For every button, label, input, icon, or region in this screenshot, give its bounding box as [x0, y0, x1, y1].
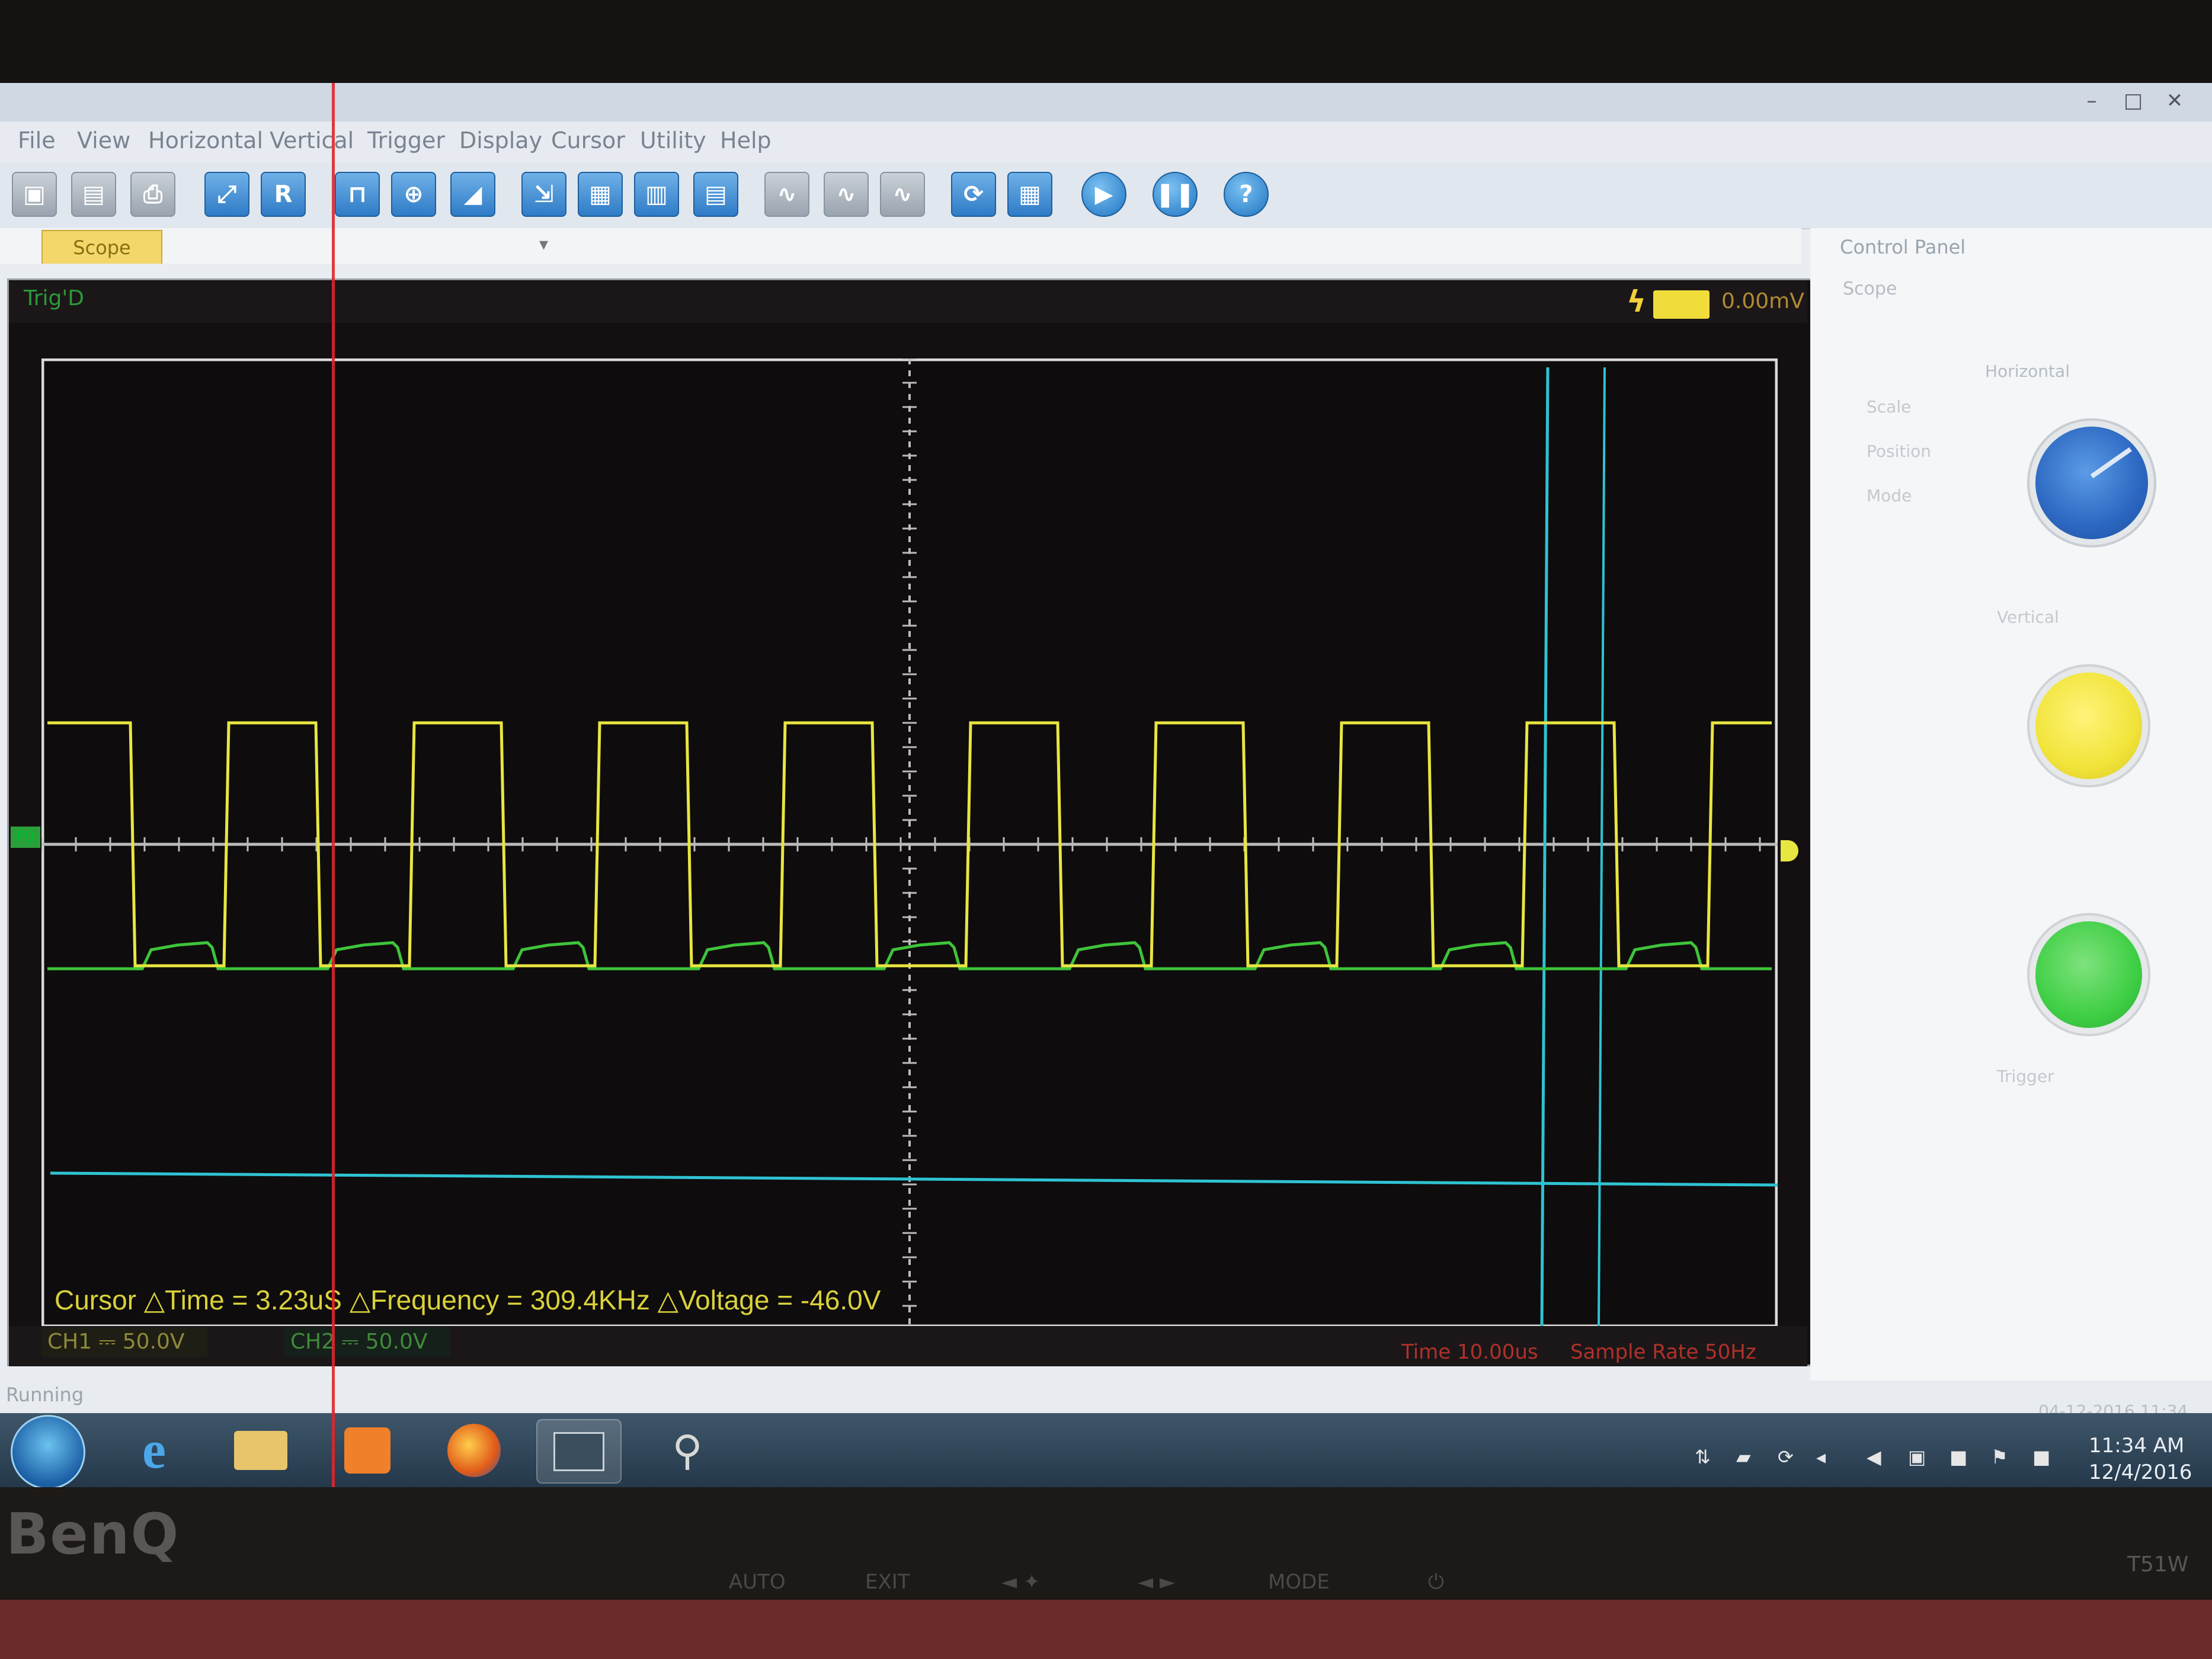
cursor-icon[interactable]: ⇲ [521, 172, 566, 217]
pause-icon[interactable]: ❚❚ [1153, 172, 1198, 217]
run-icon[interactable]: ▶ [1081, 172, 1126, 217]
menu-utility[interactable]: Utility [640, 127, 706, 153]
export-icon[interactable]: ▦ [1007, 172, 1052, 217]
ramp-icon[interactable]: ◢ [450, 172, 495, 217]
tray-alert-icon[interactable]: ■ [1949, 1446, 1967, 1468]
monitor-button-left[interactable]: ◄ ✦ [1001, 1570, 1040, 1594]
math-icon[interactable]: ▤ [693, 172, 738, 217]
control-panel-scope-label: Scope [1843, 278, 1897, 299]
trigger-badge [1653, 290, 1710, 319]
save-icon[interactable]: ▤ [71, 172, 116, 217]
tray-app-icon[interactable]: ■ [2032, 1446, 2050, 1468]
horizontal-knob[interactable] [2035, 427, 2148, 539]
desk-surface [0, 1600, 2212, 1659]
cursor-readout: Cursor △Time = 3.23uS △Frequency = 309.4… [55, 1285, 881, 1315]
media-icon[interactable] [326, 1419, 409, 1481]
monitor-brand-logo: BenQ [6, 1502, 180, 1567]
minimize-button[interactable]: – [2074, 89, 2109, 113]
open-icon[interactable]: ▣ [12, 172, 57, 217]
tray-volume-icon[interactable]: ◀ [1867, 1446, 1881, 1468]
vertical-label: Vertical [1997, 607, 2059, 627]
wave2-icon[interactable]: ∿ [824, 172, 869, 217]
trigger-level: 0.00mV [1721, 289, 1804, 313]
red-reflection-line [332, 83, 335, 1487]
pulse-icon[interactable]: ⊓ [335, 172, 380, 217]
help-icon[interactable]: ? [1224, 172, 1269, 217]
tray-flag-icon[interactable]: ⚑ [1991, 1446, 2008, 1468]
tray-network-icon[interactable]: ⇅ [1695, 1446, 1711, 1468]
ch2-scale[interactable]: CH2 ⎓ 50.0V [284, 1327, 450, 1357]
monitor-power-button[interactable]: ⏻ [1428, 1570, 1444, 1594]
horizontal-section-label: Horizontal [1985, 361, 2070, 381]
measure-icon[interactable]: ▦ [578, 172, 623, 217]
scope-grid[interactable]: Cursor △Time = 3.23uS △Frequency = 309.4… [41, 358, 1778, 1327]
control-panel-title: Control Panel [1840, 236, 1966, 258]
menu-file[interactable]: File [18, 127, 56, 153]
start-icon[interactable] [11, 1415, 85, 1490]
tray-device-icon[interactable]: ▣ [1908, 1446, 1926, 1468]
position-label: Position [1867, 441, 1932, 461]
menu-cursor[interactable]: Cursor [551, 127, 625, 153]
menu-display[interactable]: Display [459, 127, 542, 153]
wave3-icon[interactable]: ∿ [880, 172, 925, 217]
clock-time[interactable]: 11:34 AM [2089, 1434, 2184, 1458]
refresh-icon[interactable]: ⟳ [951, 172, 996, 217]
maximize-button[interactable]: □ [2115, 89, 2151, 113]
clock-date[interactable]: 12/4/2016 [2089, 1461, 2192, 1484]
sample-rate-label: Sample Rate 50Hz [1570, 1340, 1756, 1364]
tray-arrow-icon[interactable]: ◂ [1816, 1446, 1826, 1468]
scope-status-strip [9, 281, 1807, 323]
ch2-knob[interactable] [2035, 921, 2142, 1028]
time-div-label: Time 10.00us [1401, 1340, 1538, 1364]
ch1-scale[interactable]: CH1 ⎓ 50.0V [41, 1327, 207, 1357]
autoset-icon[interactable]: ⤢ [204, 172, 249, 217]
scale-label: Scale [1867, 397, 1912, 417]
tab-pin-icon[interactable]: ▾ [539, 234, 548, 255]
tab-strip [0, 228, 1801, 264]
ch-marker[interactable]: P0 [11, 827, 40, 848]
menu-vertical[interactable]: Vertical [270, 127, 354, 153]
menu-help[interactable]: Help [720, 127, 772, 153]
menu-trigger[interactable]: Trigger [367, 127, 445, 153]
monitor-bezel-top [0, 0, 2212, 83]
print-icon[interactable]: ⎙ [130, 172, 175, 217]
tray-sync-icon[interactable]: ⟳ [1778, 1446, 1794, 1468]
monitor-button-right[interactable]: ◄ ► [1138, 1570, 1175, 1594]
mode-label: Mode [1867, 486, 1912, 505]
ch1-knob[interactable] [2035, 672, 2142, 779]
monitor-button-mode[interactable]: MODE [1268, 1570, 1330, 1594]
firefox-icon[interactable] [433, 1419, 516, 1481]
zoom-icon[interactable]: ⊕ [391, 172, 436, 217]
reset-icon[interactable]: R [261, 172, 306, 217]
folder-icon[interactable] [219, 1419, 302, 1481]
tool-icon[interactable]: ⚲ [646, 1419, 729, 1481]
wave1-icon[interactable]: ∿ [764, 172, 809, 217]
trigger-status: Trig'D [24, 286, 84, 310]
channel-icon[interactable]: ▥ [634, 172, 679, 217]
tab-scope[interactable]: Scope [41, 230, 162, 264]
trigger-label: Trigger [1997, 1066, 2054, 1086]
monitor-model: T51W [2127, 1552, 2189, 1577]
menu-view[interactable]: View [77, 127, 130, 153]
menu-horizontal[interactable]: Horizontal [148, 127, 263, 153]
running-status: Running [6, 1383, 84, 1406]
trigger-bolt-icon: ϟ [1627, 284, 1646, 319]
close-button[interactable]: ✕ [2157, 89, 2192, 113]
scope-app-icon[interactable] [536, 1419, 622, 1484]
monitor-button-exit[interactable]: EXIT [865, 1570, 910, 1594]
monitor-button-auto[interactable]: AUTO [729, 1570, 786, 1594]
ie-icon[interactable]: e [113, 1419, 196, 1481]
tray-folder-icon[interactable]: ▰ [1736, 1446, 1751, 1468]
